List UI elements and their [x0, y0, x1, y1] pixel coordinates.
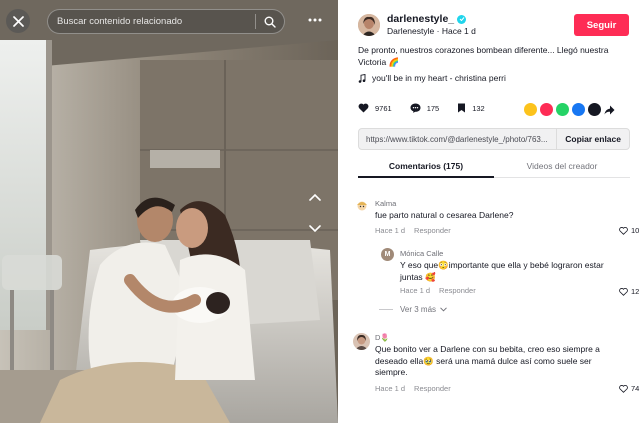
whatsapp-icon[interactable]	[556, 103, 569, 116]
music-title: you'll be in my heart - christina perri	[372, 73, 506, 83]
like-count: 9761	[375, 103, 392, 113]
previous-post-button[interactable]	[304, 186, 326, 208]
heart-outline-icon	[619, 384, 628, 393]
share-link-box: https://www.tiktok.com/@darlenestyle_/ph…	[358, 128, 630, 150]
search-bar	[47, 9, 285, 34]
close-button[interactable]	[6, 9, 30, 33]
more-dots-icon	[308, 18, 322, 22]
share-bar	[524, 103, 615, 116]
reply-button[interactable]: Responder	[414, 226, 451, 235]
save-button[interactable]: 132	[457, 103, 485, 113]
author-username[interactable]: darlenestyle_	[387, 13, 454, 25]
comment-button[interactable]: 175	[410, 103, 440, 113]
comment-avatar[interactable]	[353, 333, 370, 350]
photo-viewer	[0, 0, 338, 423]
search-button[interactable]	[256, 10, 284, 33]
author-avatar-image	[358, 13, 380, 36]
tab-comments[interactable]: Comentarios (175)	[358, 155, 494, 178]
post-details-panel: darlenestyle_ Darlenestyle · Hace 1 d Se…	[338, 0, 640, 423]
comment-text: Que bonito ver a Darlene con su bebita, …	[375, 344, 600, 377]
copy-link-button[interactable]: Copiar enlace	[556, 129, 629, 149]
post-description: De pronto, nuestros corazones bombean di…	[358, 45, 609, 67]
reply-like-button[interactable]: 12	[619, 287, 639, 296]
chevron-down-icon	[309, 225, 321, 233]
close-icon	[12, 15, 24, 27]
post-time: Hace 1 d	[441, 26, 476, 36]
engagement-bar: 9761 175 132	[358, 103, 503, 113]
comment-time: Hace 1 d	[375, 226, 406, 235]
comment-icon	[410, 103, 421, 113]
follow-button[interactable]: Seguir	[574, 14, 629, 36]
cartoon-avatar-image	[355, 199, 369, 213]
reply-author[interactable]: Mónica Calle	[400, 249, 443, 258]
like-button[interactable]: 9761	[358, 103, 392, 113]
user-photo-avatar	[353, 333, 370, 350]
reply-like-count: 12	[631, 287, 640, 296]
send-icon[interactable]	[540, 103, 553, 116]
comment-like-button[interactable]: 10	[619, 226, 639, 235]
comment-like-count: 10	[631, 226, 640, 235]
author-nickname: Darlenestyle	[387, 26, 435, 36]
reply-avatar[interactable]: M	[381, 248, 394, 261]
facebook-icon[interactable]	[572, 103, 585, 116]
comment-avatar[interactable]	[355, 199, 369, 213]
bookmark-icon	[458, 103, 466, 113]
save-count: 132	[472, 103, 485, 113]
search-icon	[264, 16, 276, 28]
view-more-replies-button[interactable]: Ver 3 más	[379, 305, 447, 314]
comment-like-button[interactable]: 74	[619, 384, 639, 393]
heart-outline-icon	[619, 226, 628, 235]
reply-button[interactable]: Responder	[414, 384, 451, 393]
comment-time: Hace 1 d	[375, 384, 406, 393]
comment-text: fue parto natural o cesarea Darlene?	[375, 210, 514, 220]
comment-author[interactable]: D🌷	[375, 333, 390, 342]
post-photo	[0, 0, 338, 423]
tab-creator-videos[interactable]: Videos del creador	[494, 155, 630, 177]
chevron-up-icon	[309, 193, 321, 201]
author-avatar[interactable]	[358, 13, 380, 36]
reply-text: Y eso que😳importante que ella y bebé log…	[400, 260, 604, 282]
more-replies-label: Ver 3 más	[400, 305, 437, 314]
music-note-icon	[358, 73, 366, 83]
share-link-url[interactable]: https://www.tiktok.com/@darlenestyle_/ph…	[359, 135, 556, 144]
forward-icon[interactable]	[604, 105, 615, 115]
next-post-button[interactable]	[304, 218, 326, 240]
comment-count: 175	[426, 103, 440, 113]
comment-like-count: 74	[631, 384, 640, 393]
verified-badge-icon	[457, 14, 467, 24]
heart-outline-icon	[619, 287, 628, 296]
x-icon[interactable]	[588, 103, 601, 116]
comment-author[interactable]: Kalma	[375, 199, 396, 208]
more-options-button[interactable]	[304, 12, 326, 28]
author-info[interactable]: darlenestyle_ Darlenestyle · Hace 1 d	[358, 13, 476, 36]
embed-icon[interactable]	[524, 103, 537, 116]
heart-icon	[358, 103, 369, 113]
chevron-down-icon	[440, 307, 447, 312]
detail-tabs: Comentarios (175) Videos del creador	[358, 155, 630, 178]
music-link[interactable]: you'll be in my heart - christina perri	[358, 73, 506, 83]
reply-button[interactable]: Responder	[439, 286, 476, 295]
search-input[interactable]	[48, 16, 255, 27]
reply-time: Hace 1 d	[400, 286, 431, 295]
